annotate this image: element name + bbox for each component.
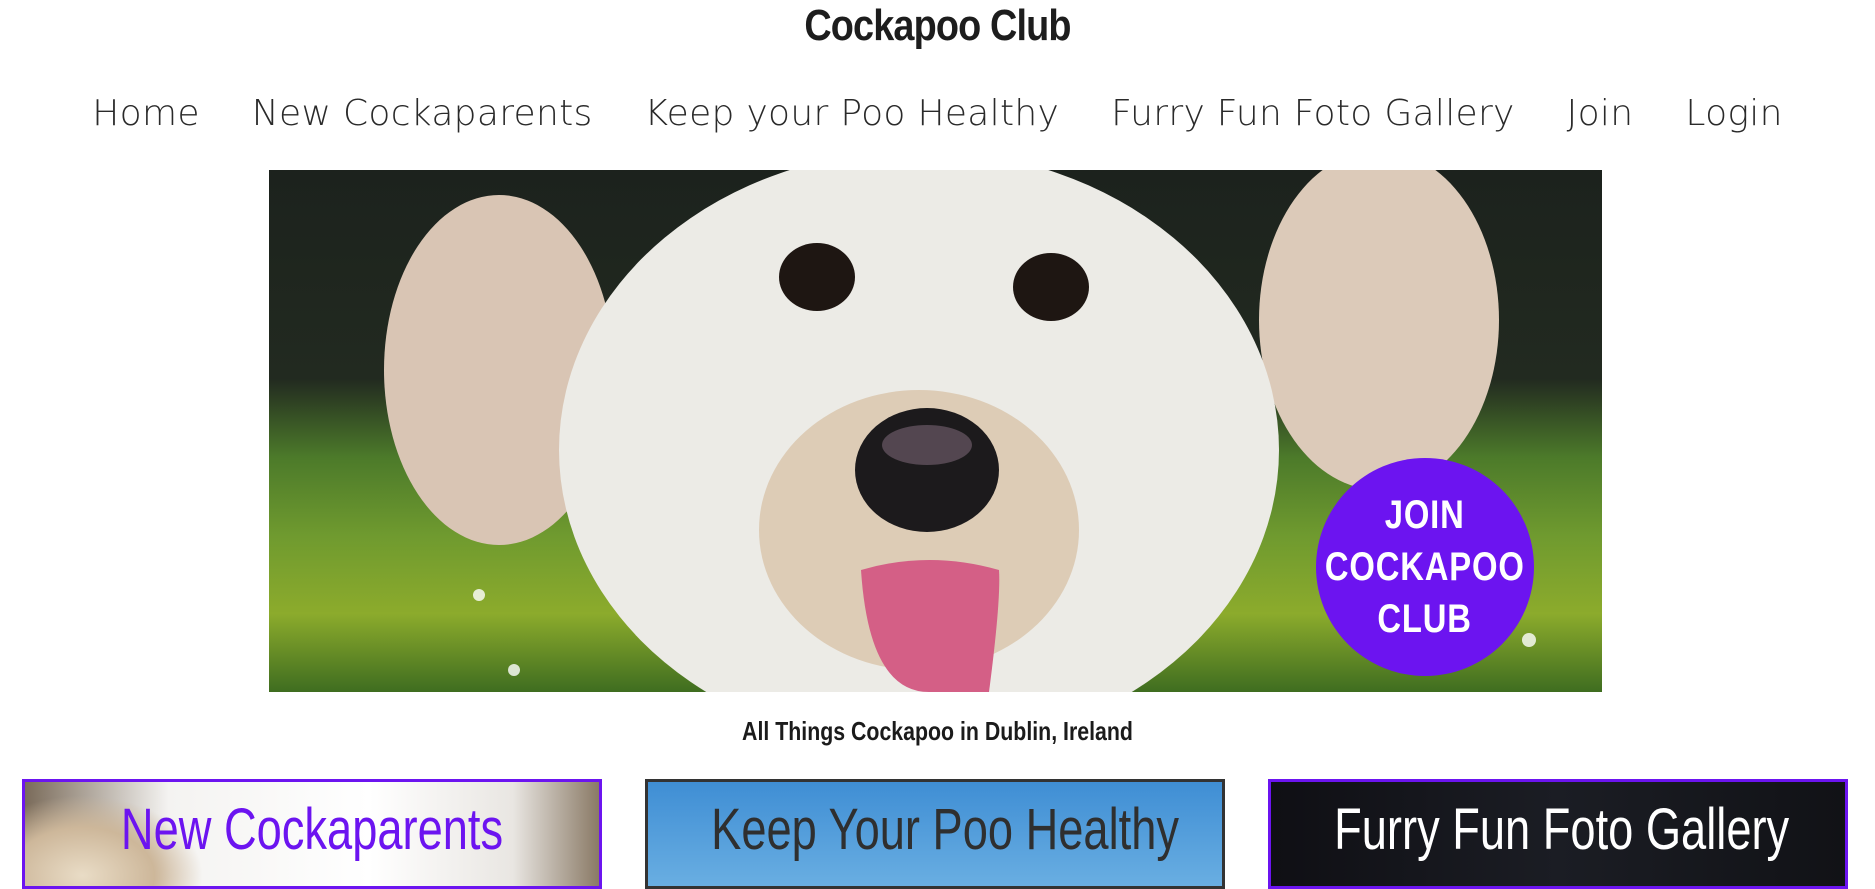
nav-item-join[interactable]: Join <box>1567 86 1634 146</box>
nav-item-new-cockaparents[interactable]: New Cockaparents <box>252 86 593 146</box>
badge-line-2: COCKAPOO <box>1325 545 1525 589</box>
main-nav: Home New Cockaparents Keep your Poo Heal… <box>0 86 1875 146</box>
badge-line-3: CLUB <box>1377 597 1473 641</box>
nav-item-keep-your-poo-healthy[interactable]: Keep your Poo Healthy <box>645 86 1060 146</box>
card-new-cockaparents[interactable]: New Cockaparents <box>22 779 602 889</box>
card-furry-fun-foto-gallery[interactable]: Furry Fun Foto Gallery <box>1268 779 1848 889</box>
badge-line-1: JOIN <box>1385 493 1465 537</box>
tagline: All Things Cockapoo in Dublin, Ireland <box>742 716 1133 746</box>
nav-item-login[interactable]: Login <box>1685 86 1782 146</box>
card-title-furry-fun-foto-gallery: Furry Fun Foto Gallery <box>1334 797 1790 862</box>
site-title[interactable]: Cockapoo Club <box>131 0 1744 52</box>
card-title-new-cockaparents: New Cockaparents <box>120 797 504 862</box>
card-keep-your-poo-healthy[interactable]: Keep Your Poo Healthy <box>645 779 1225 889</box>
left-eye <box>779 243 855 311</box>
nav-item-home[interactable]: Home <box>92 86 200 146</box>
right-ear <box>1259 170 1499 490</box>
join-club-badge-button[interactable]: JOIN COCKAPOO CLUB <box>1316 458 1534 676</box>
card-title-keep-your-poo-healthy: Keep Your Poo Healthy <box>711 797 1179 862</box>
nav-item-furry-fun-foto-gallery[interactable]: Furry Fun Foto Gallery <box>1111 86 1515 146</box>
right-eye <box>1013 253 1089 321</box>
